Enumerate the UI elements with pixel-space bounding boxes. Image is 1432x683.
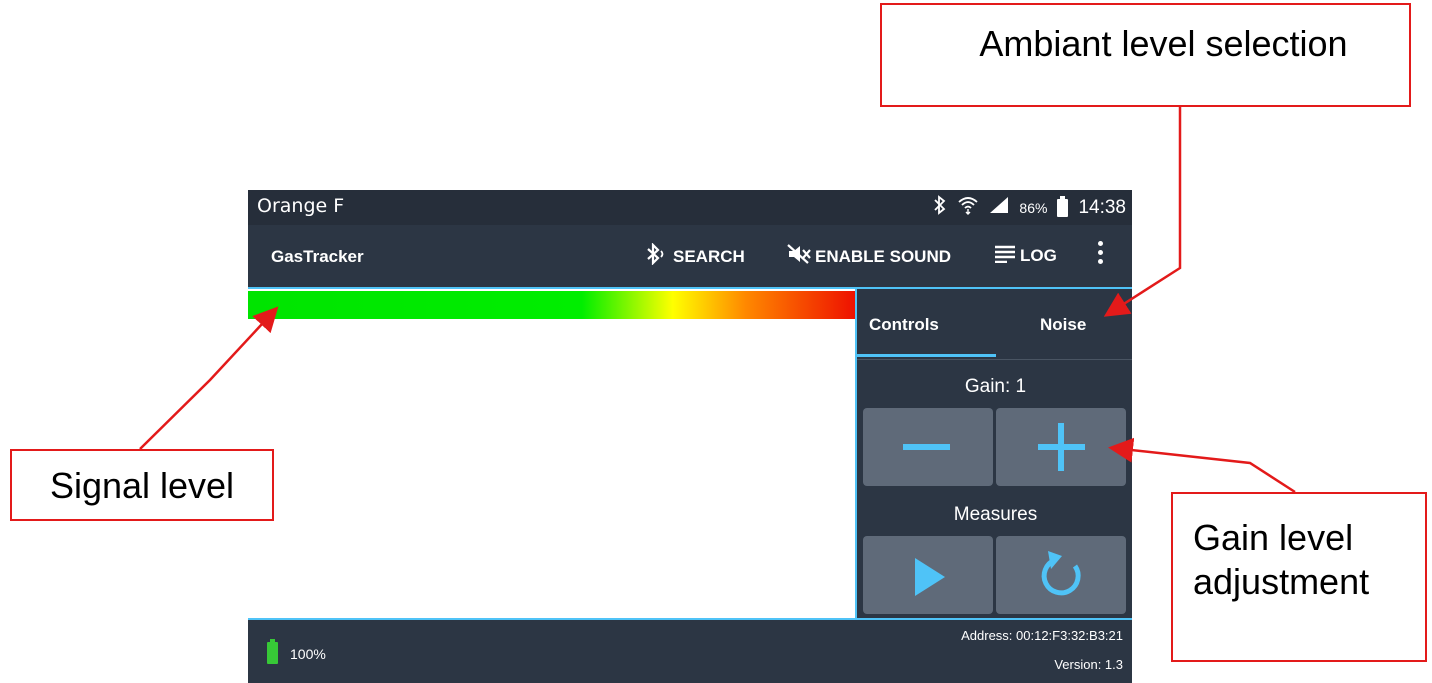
annotation-arrows bbox=[139, 105, 1296, 494]
ambient-arrow bbox=[1103, 105, 1182, 317]
signal-arrow bbox=[139, 306, 279, 450]
gain-arrow bbox=[1108, 437, 1296, 494]
